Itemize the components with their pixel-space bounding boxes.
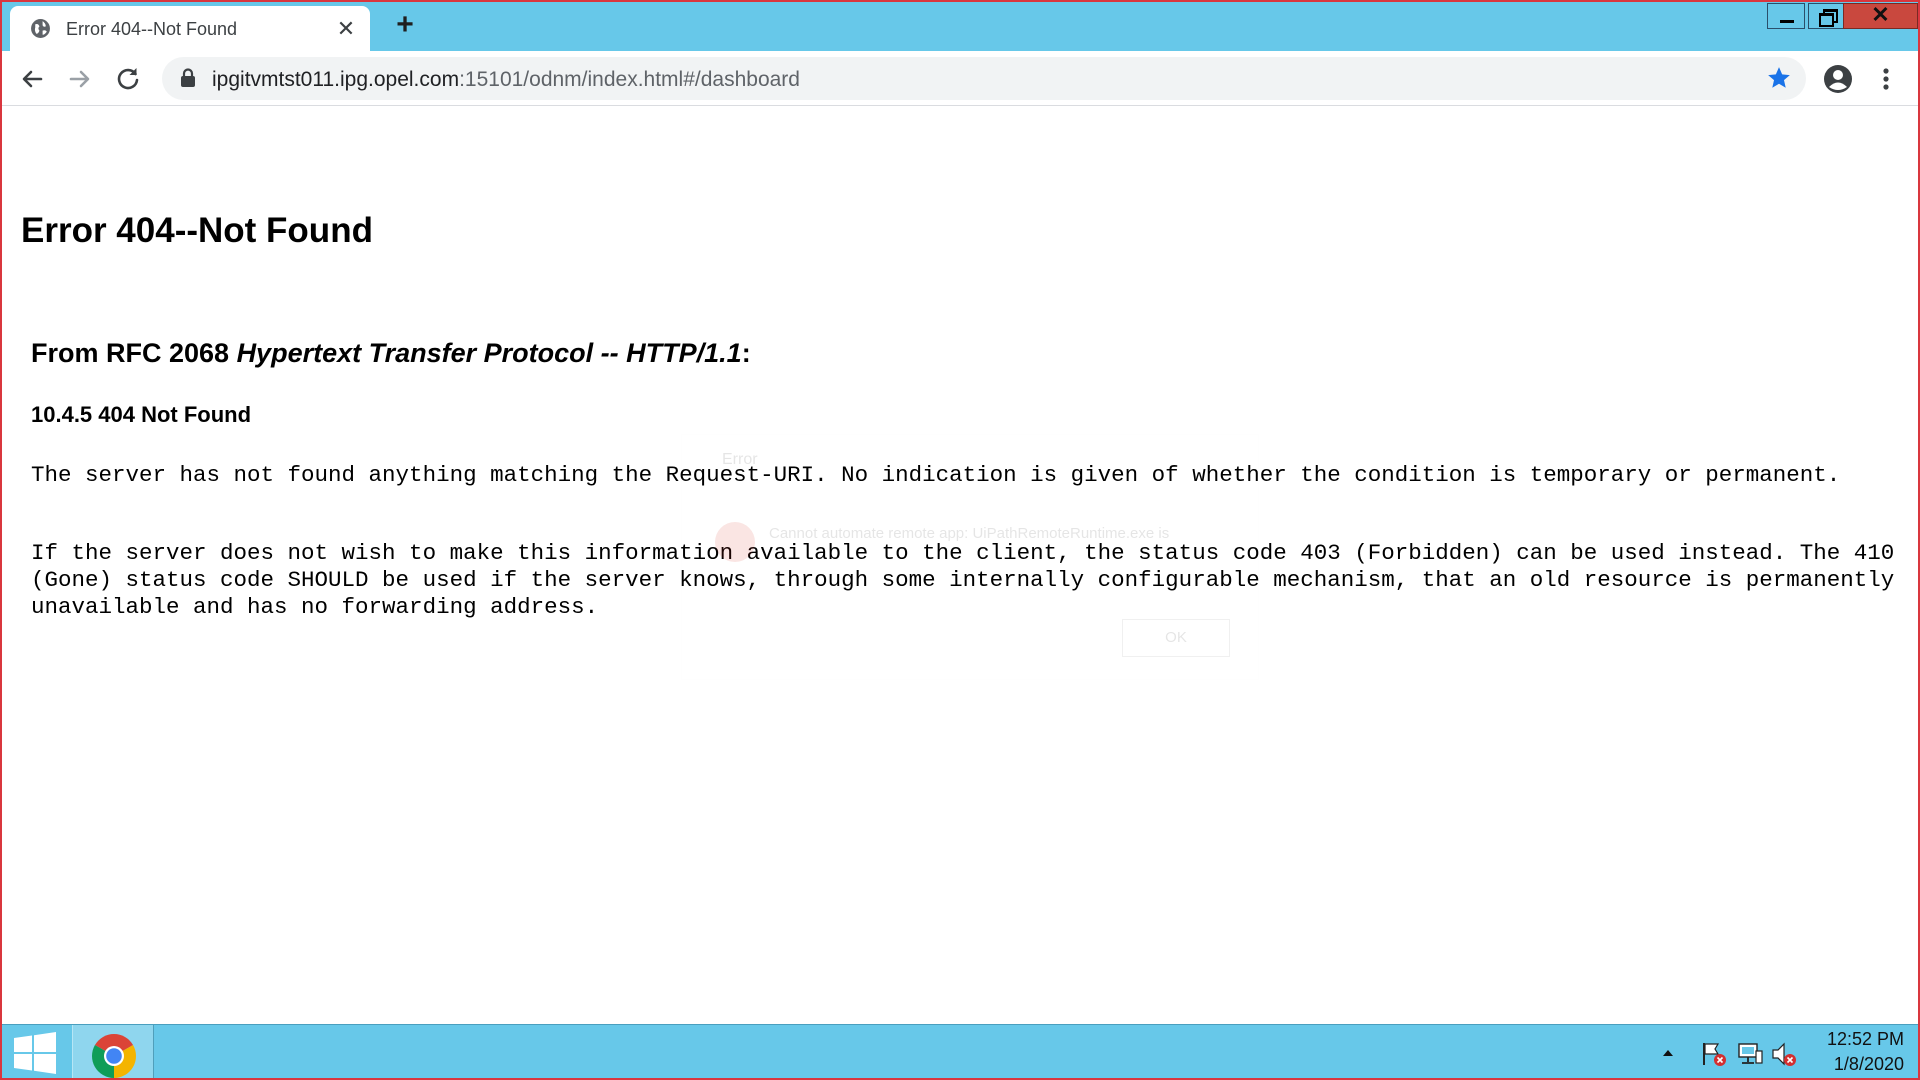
close-icon[interactable]: ✕	[336, 18, 356, 40]
volume-muted-icon[interactable]	[1770, 1041, 1798, 1067]
browser-tab[interactable]: Error 404--Not Found ✕	[10, 6, 370, 51]
error-icon	[715, 522, 755, 562]
url-host: ipgitvmtst011.ipg.opel.com	[212, 68, 460, 91]
chrome-icon	[92, 1034, 136, 1078]
globe-icon	[31, 19, 50, 38]
back-icon[interactable]	[16, 63, 48, 95]
ghost-dialog-message: Cannot automate remote app: UiPathRemote…	[769, 525, 1170, 542]
profile-icon[interactable]	[1822, 63, 1854, 95]
subheading-italic: Hypertext Transfer Protocol -- HTTP/1.1	[236, 338, 742, 368]
minimize-button[interactable]	[1767, 3, 1805, 29]
address-bar[interactable]: ipgitvmtst011.ipg.opel.com:15101/odnm/in…	[162, 57, 1806, 100]
section-title: 10.4.5 404 Not Found	[31, 402, 252, 427]
page-content: Error 404--Not Found From RFC 2068 Hyper…	[0, 106, 1920, 1024]
tray-up-icon[interactable]	[1660, 1045, 1676, 1061]
star-icon[interactable]	[1766, 65, 1792, 91]
network-icon[interactable]	[1736, 1041, 1764, 1067]
ghost-ok-button: OK	[1122, 619, 1230, 657]
ghost-dialog-title: Error	[722, 451, 758, 468]
restore-button[interactable]	[1808, 3, 1846, 29]
url-path: :15101/odnm/index.html#/dashboard	[459, 68, 800, 91]
forward-icon[interactable]	[64, 63, 96, 95]
lock-icon	[181, 68, 195, 87]
clock-date[interactable]: 1/8/2020	[1808, 1054, 1904, 1075]
url-text: ipgitvmtst011.ipg.opel.com:15101/odnm/in…	[212, 68, 800, 92]
window-close-button[interactable]: ✕	[1843, 2, 1918, 29]
browser-toolbar: ipgitvmtst011.ipg.opel.com:15101/odnm/in…	[0, 51, 1920, 106]
tab-title: Error 404--Not Found	[66, 19, 238, 39]
windows-logo-icon[interactable]	[12, 1031, 58, 1075]
subheading-suffix: :	[741, 338, 751, 368]
chrome-taskbar-button[interactable]	[72, 1025, 154, 1080]
reload-icon[interactable]	[112, 63, 144, 95]
ghost-error-dialog: Error Cannot automate remote app: UiPath…	[681, 434, 1259, 680]
taskbar: 12:52 PM 1/8/2020	[0, 1024, 1920, 1080]
plus-icon[interactable]: +	[391, 10, 419, 40]
rfc-subheading: From RFC 2068 Hypertext Transfer Protoco…	[31, 338, 751, 369]
page-title: Error 404--Not Found	[21, 211, 373, 250]
tab-strip: Error 404--Not Found ✕ + ✕	[0, 0, 1920, 51]
clock-time[interactable]: 12:52 PM	[1808, 1029, 1904, 1050]
subheading-prefix: From RFC 2068	[31, 338, 237, 368]
action-center-flag-icon[interactable]	[1700, 1041, 1728, 1067]
close-icon: ✕	[1871, 2, 1890, 27]
menu-icon[interactable]	[1870, 63, 1902, 95]
